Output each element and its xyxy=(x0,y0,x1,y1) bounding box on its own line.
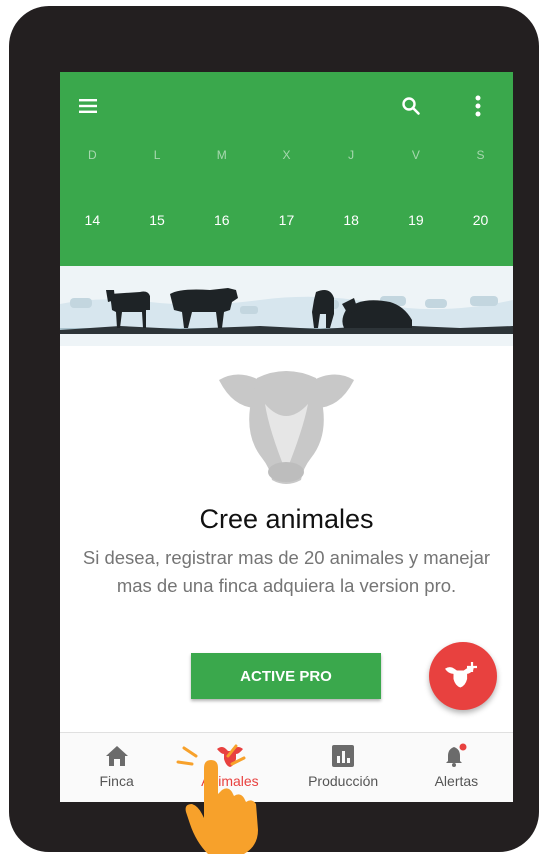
nav-label: Producción xyxy=(308,773,379,789)
add-animal-button[interactable] xyxy=(429,642,497,710)
app-screen: D L M X J V S 14 15 16 17 18 19 20 Cree … xyxy=(60,72,513,802)
empty-state-message: Si desea, registrar mas de 20 animales y… xyxy=(82,547,491,596)
calendar-date[interactable]: 19 xyxy=(396,212,436,228)
nav-label: Finca xyxy=(99,773,134,789)
menu-icon[interactable] xyxy=(68,86,108,126)
calendar-date[interactable]: 18 xyxy=(331,212,371,228)
weekday-label: L xyxy=(153,148,161,162)
calendar-date[interactable]: 15 xyxy=(137,212,177,228)
active-pro-button[interactable]: ACTIVE PRO xyxy=(191,653,381,699)
weekday-row: D L M X J V S xyxy=(60,148,513,162)
bell-icon xyxy=(444,741,468,767)
nav-label: Alertas xyxy=(434,773,479,789)
weekday-label: X xyxy=(282,148,291,162)
app-bar: D L M X J V S 14 15 16 17 18 19 20 xyxy=(60,72,513,266)
calendar-date[interactable]: 16 xyxy=(202,212,242,228)
device-frame: D L M X J V S 14 15 16 17 18 19 20 Cree … xyxy=(9,6,539,852)
more-options-icon[interactable] xyxy=(458,86,498,126)
search-icon[interactable] xyxy=(391,86,431,126)
weekday-label: J xyxy=(348,148,355,162)
calendar-date[interactable]: 20 xyxy=(461,212,501,228)
calendar-date[interactable]: 17 xyxy=(266,212,306,228)
bottom-navigation: Finca Animales Producción Alertas xyxy=(60,732,513,802)
weekday-label: V xyxy=(411,148,420,162)
cattle-landscape-banner xyxy=(60,266,513,346)
weekday-label: D xyxy=(88,148,97,162)
date-row: 14 15 16 17 18 19 20 xyxy=(60,212,513,228)
empty-state-title: Cree animales xyxy=(199,504,374,534)
chart-icon xyxy=(332,741,355,767)
home-icon xyxy=(105,741,129,767)
tap-gesture-hand-icon xyxy=(174,738,270,861)
nav-item-finca[interactable]: Finca xyxy=(60,733,173,802)
nav-item-alertas[interactable]: Alertas xyxy=(400,733,513,802)
add-cow-icon xyxy=(445,662,477,688)
weekday-label: S xyxy=(476,148,485,162)
cow-face-icon xyxy=(219,368,354,493)
weekday-label: M xyxy=(216,148,227,162)
calendar-date[interactable]: 14 xyxy=(72,212,112,228)
nav-item-produccion[interactable]: Producción xyxy=(287,733,400,802)
